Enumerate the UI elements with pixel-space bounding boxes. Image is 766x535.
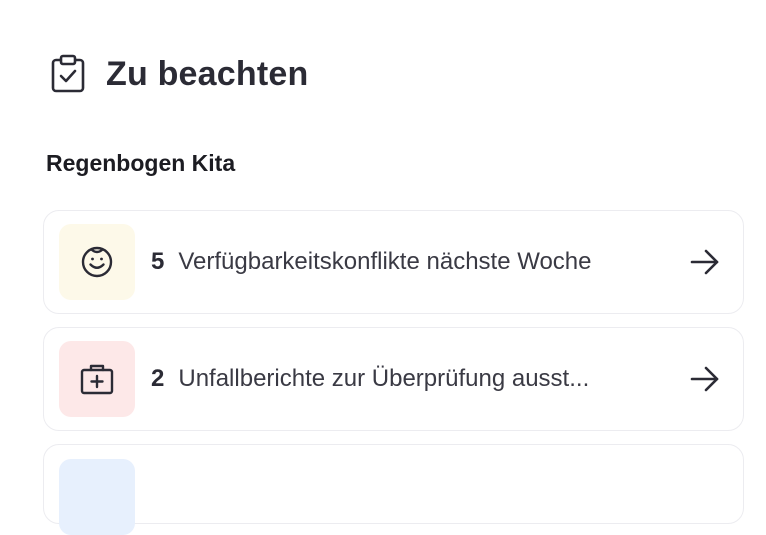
alert-label: Verfügbarkeitskonflikte nächste Woche (178, 248, 592, 275)
alert-item-availability-conflicts[interactable]: 5 Verfügbarkeitskonflikte nächste Woche (43, 210, 744, 314)
arrow-right-icon[interactable] (685, 242, 725, 282)
alert-item-accident-reports[interactable]: 2 Unfallberichte zur Überprüfung ausst..… (43, 327, 744, 431)
first-aid-kit-icon (59, 341, 135, 417)
section-header: Zu beachten (50, 52, 308, 96)
alert-item-partial[interactable] (43, 444, 744, 535)
alert-item-text: 2 Unfallberichte zur Überprüfung ausst..… (151, 365, 685, 393)
alert-count: 5 (151, 248, 165, 275)
page-title: Zu beachten (106, 54, 309, 93)
clipboard-check-icon (50, 54, 86, 94)
alert-label: Unfallberichte zur Überprüfung ausst... (178, 365, 590, 392)
smiley-face-icon (59, 224, 135, 300)
alert-icon-placeholder (59, 459, 135, 535)
alert-item-text: 5 Verfügbarkeitskonflikte nächste Woche (151, 248, 685, 276)
arrow-right-icon[interactable] (685, 359, 725, 399)
facility-name: Regenbogen Kita (46, 150, 236, 176)
alert-count: 2 (151, 365, 165, 392)
